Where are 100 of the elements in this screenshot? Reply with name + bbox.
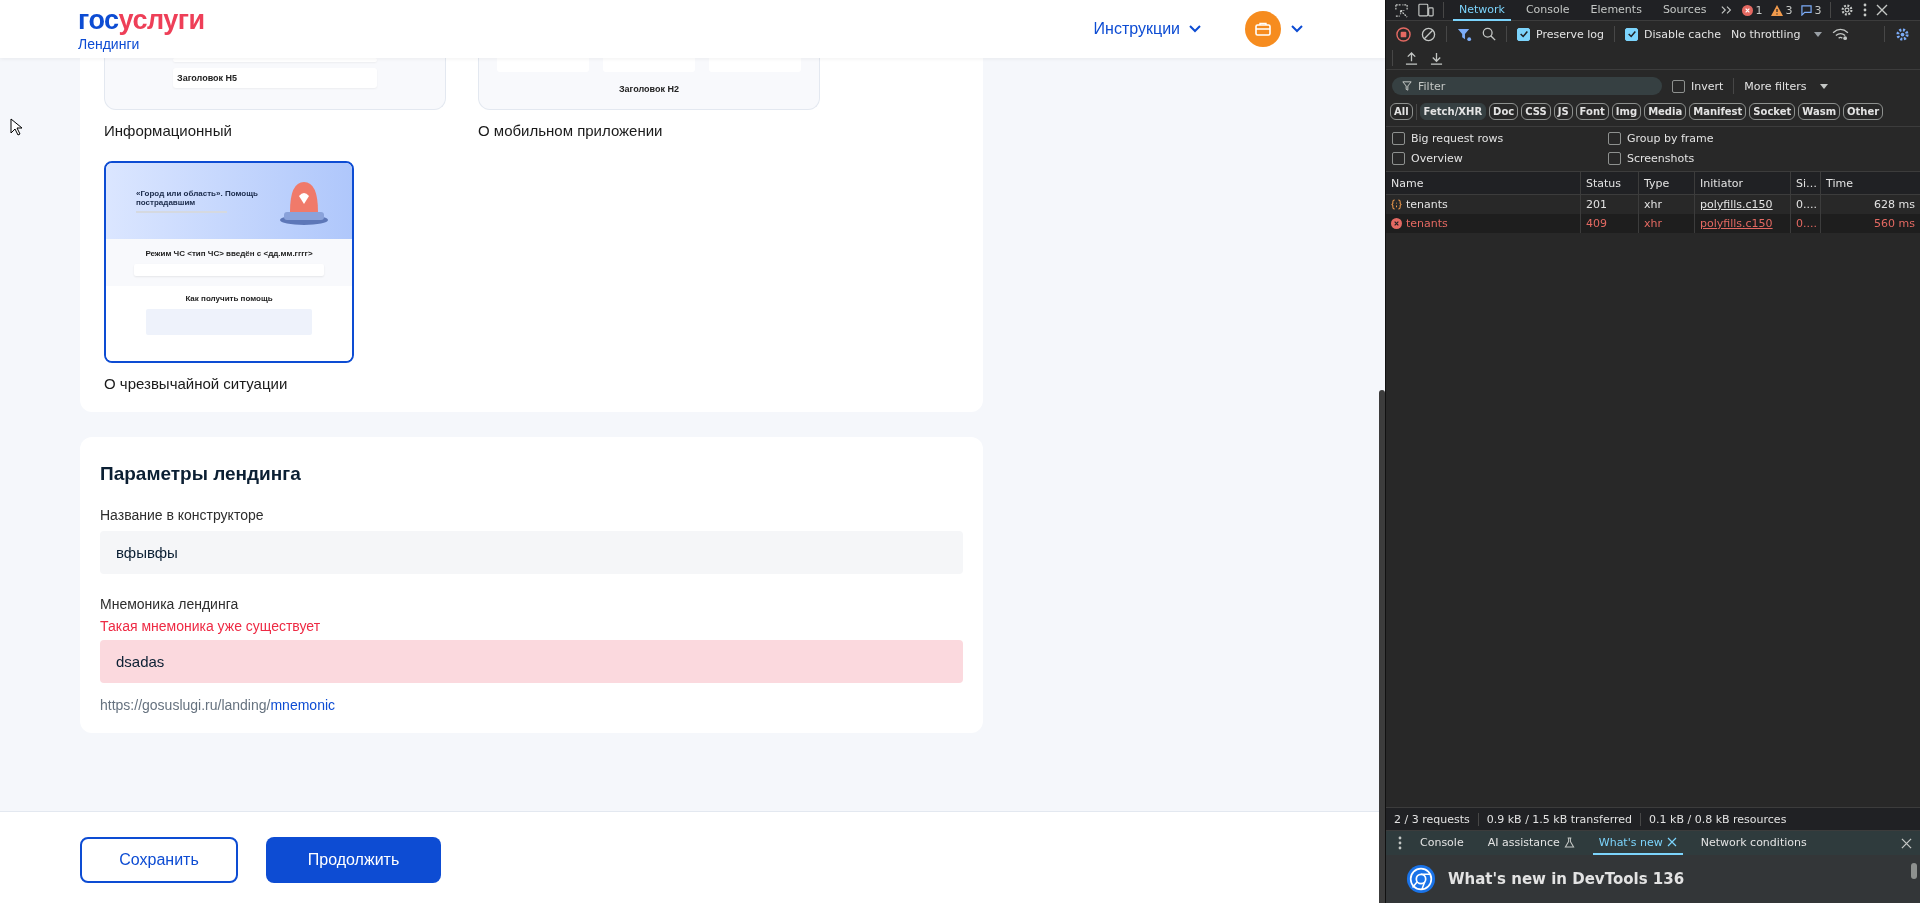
tab-label: Console [1420,835,1464,849]
filter-icon[interactable] [1457,26,1472,42]
preview-block: Заголовок H5 [173,68,377,88]
option-checkbox[interactable] [1608,152,1621,165]
flask-icon [1563,836,1575,848]
preview-heading: Режим ЧС <тип ЧС> введён с <дд.мм.гггг> [145,249,313,258]
preview-heading: «Город или область». Помощь пострадавшим [136,189,259,207]
column-header[interactable]: Time [1821,172,1920,194]
resource-type-chip[interactable]: Img [1611,103,1642,120]
disable-cache-checkbox[interactable] [1625,27,1639,41]
save-button[interactable]: Сохранить [80,837,238,883]
resource-type-chip[interactable]: CSS [1521,103,1551,120]
more-tabs-icon[interactable] [1721,5,1734,15]
resource-type-chip[interactable]: Font [1575,103,1609,120]
initiator-link[interactable]: polyfills.c150 [1700,217,1773,230]
table-cell: xhr [1639,214,1695,233]
devtools-tab[interactable]: Elements [1584,0,1648,21]
filter-icon [1402,81,1412,91]
network-conditions-icon[interactable] [1832,27,1850,41]
drawer-tab[interactable]: Console [1414,831,1470,855]
table-cell-text: 628 ms [1873,197,1916,213]
section-title: Параметры лендинга [100,463,302,485]
logo-subtitle: Лендинги [78,35,141,52]
search-icon[interactable] [1482,27,1496,41]
close-icon[interactable] [1901,837,1912,849]
resource-type-chip[interactable]: Media [1644,103,1687,120]
mnemonic-link[interactable]: mnemonic [270,697,336,713]
close-icon[interactable] [1876,4,1889,16]
checkbox-label: Big request rows [1411,132,1504,145]
template-label: Информационный [104,122,233,139]
more-filters-dropdown[interactable]: More filters [1744,79,1829,93]
warning-count[interactable]: 3 [1785,3,1793,17]
download-icon[interactable] [1430,51,1443,65]
message-count[interactable]: 3 [1814,3,1822,17]
devtools-tab[interactable]: Sources [1656,0,1713,21]
table-cell-text: 560 ms [1873,216,1916,232]
scrollbar[interactable] [1379,390,1385,903]
input-field[interactable]: вфывфы [100,531,963,574]
column-header[interactable]: Si… [1791,172,1821,194]
resource-type-chip[interactable]: JS [1553,103,1573,120]
option-checkbox[interactable] [1392,132,1405,145]
resource-type-chip[interactable]: Fetch/XHR [1419,103,1487,120]
chevron-down-icon [1189,25,1201,33]
more-options-icon[interactable] [1398,836,1402,850]
json-braces-icon [1391,199,1402,210]
close-icon[interactable] [1666,837,1677,847]
template-preview[interactable]: Заголовок H5 [104,58,446,110]
continue-button[interactable]: Продолжить [266,837,441,883]
caret-icon [1814,31,1823,37]
checkbox-label: Disable cache [1644,27,1721,41]
request-name[interactable]: tenants [1406,198,1448,211]
drawer-tab[interactable]: AI assistance [1481,831,1581,855]
instructions-menu[interactable]: Инструкции [1087,19,1207,39]
checkbox-label: Invert [1691,79,1724,93]
url-prefix: https://gosuslugi.ru/landing/ [100,697,271,713]
scrollbar[interactable] [1911,863,1917,879]
resource-type-chip[interactable]: Wasm [1798,103,1841,120]
template-preview[interactable]: Заголовок H2 [478,58,820,110]
tab-label: Network conditions [1700,835,1807,849]
error-count[interactable]: 1 [1755,3,1763,17]
logo[interactable]: госуслуги [78,6,205,34]
devtools-tab[interactable]: Network [1453,0,1511,21]
device-toolbar-icon[interactable] [1418,2,1434,18]
upload-icon[interactable] [1405,51,1418,65]
mouse-cursor-icon [10,118,22,136]
field-label: Мнемоника лендинга [100,596,240,612]
template-preview[interactable]: «Город или область». Помощь пострадавшим Режим ЧС <тип ЧС> введён с <дд.мм.гггг> Как получить помощь [104,161,354,363]
filter-field[interactable]: Filter [1392,77,1662,95]
resource-type-chip[interactable]: Socket [1749,103,1796,120]
checkbox-label: Screenshots [1627,152,1695,165]
option-checkbox[interactable] [1392,152,1405,165]
initiator-link[interactable]: polyfills.c150 [1700,198,1773,211]
column-header[interactable]: Initiator [1695,172,1791,194]
devtools-tab[interactable]: Console [1519,0,1576,21]
resource-type-chip[interactable]: Manifest [1689,103,1747,120]
drawer-tab[interactable]: Network conditions [1694,831,1813,855]
column-header[interactable]: Name [1386,172,1581,194]
summary-text: 2 / 3 requests [1394,812,1471,826]
error-icon [1742,4,1754,16]
input-field[interactable]: dsadas [100,640,963,683]
error-message: Такая мнемоника уже существует [100,618,322,634]
invert-checkbox[interactable] [1672,79,1685,93]
checkbox-label: Overview [1411,152,1463,165]
inspect-element-icon[interactable] [1394,2,1409,18]
option-checkbox[interactable] [1608,132,1621,145]
resource-type-chip[interactable]: All [1390,103,1413,120]
throttling-dropdown[interactable]: No throttling [1730,27,1823,41]
column-header[interactable]: Status [1581,172,1639,194]
chevron-down-icon[interactable] [1291,25,1303,33]
error-icon [1391,218,1402,229]
record-stop-icon[interactable] [1396,26,1411,42]
settings-icon[interactable] [1840,3,1855,17]
column-header[interactable]: Type [1639,172,1695,194]
preserve-log-checkbox[interactable] [1517,27,1530,41]
clear-icon[interactable] [1421,26,1436,42]
settings-icon[interactable] [1895,26,1910,42]
more-options-icon[interactable] [1863,3,1868,17]
request-name[interactable]: tenants [1406,217,1448,230]
resource-type-chip[interactable]: Doc [1489,103,1519,120]
resource-type-chip[interactable]: Other [1843,103,1884,120]
